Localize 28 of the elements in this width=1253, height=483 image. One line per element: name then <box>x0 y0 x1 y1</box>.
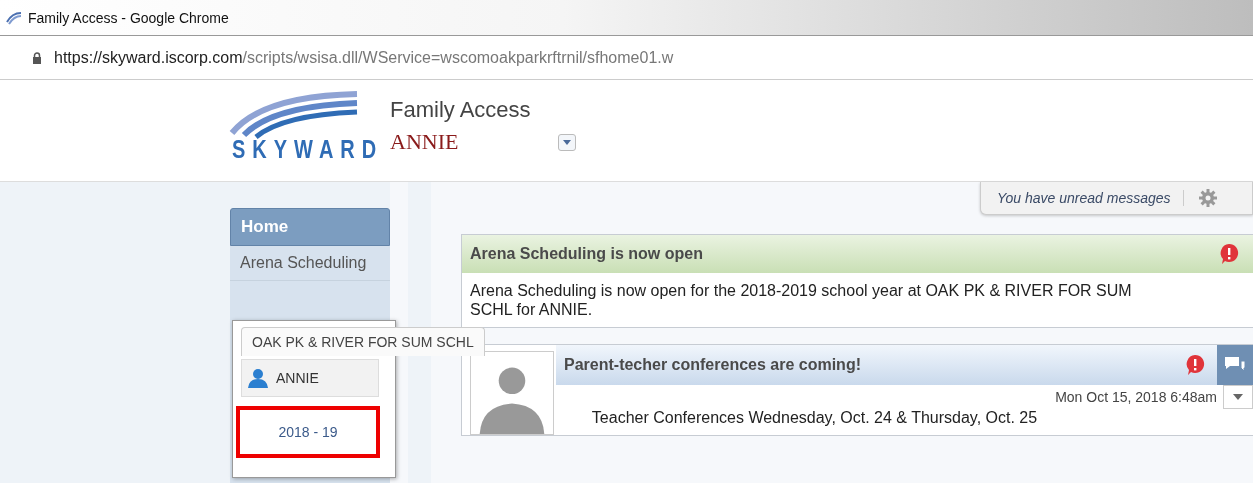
caret-icon <box>563 139 572 145</box>
student-name: ANNIE <box>390 129 459 155</box>
message-title: Arena Scheduling is now open <box>470 245 703 263</box>
url-text: https://skyward.iscorp.com/scripts/wsisa.dll/WService=wscomoakparkrftrnil/sfhome01.w <box>54 48 674 67</box>
student-option[interactable]: ANNIE <box>241 359 379 397</box>
nav-item[interactable]: Arena Scheduling <box>230 246 390 281</box>
alert-icon <box>1185 354 1205 376</box>
logo-wordmark: SKYWARD <box>232 134 384 165</box>
person-icon <box>248 368 268 388</box>
expand-button[interactable] <box>1223 385 1253 409</box>
message-title: Parent-techer conferences are coming! <box>564 356 862 374</box>
unread-messages-link[interactable]: You have unread messages <box>997 190 1184 206</box>
caret-icon <box>1233 394 1243 400</box>
window-title: Family Access - Google Chrome <box>28 9 229 26</box>
message-body: Arena Scheduling is now open for the 2018-2019 school year at OAK PK & RIVER FOR SUM SCHL for ANNIE. <box>469 281 1133 320</box>
school-tab[interactable]: OAK PK & RIVER FOR SUM SCHL <box>241 327 485 356</box>
school-year-option[interactable]: 2018 - 19 <box>236 406 380 458</box>
alert-icon <box>1219 243 1239 265</box>
student-name: ANNIE <box>276 370 319 386</box>
arc-logo-icon <box>6 9 22 26</box>
message-date: Mon Oct 15, 2018 6:48am <box>1055 389 1217 405</box>
lock-icon <box>32 51 42 64</box>
address-bar[interactable]: https://skyward.iscorp.com/scripts/wsisa.dll/WService=wscomoakparkrftrnil/sfhome01.w <box>0 36 1253 80</box>
message-body: Teacher Conferences Wednesday, Oct. 24 & Thursday, Oct. 25 <box>590 409 1039 427</box>
settings-icon[interactable] <box>1197 188 1218 208</box>
app-title: Family Access <box>390 97 532 123</box>
student-dropdown-button[interactable] <box>558 133 577 151</box>
chat-button[interactable] <box>1217 345 1253 385</box>
